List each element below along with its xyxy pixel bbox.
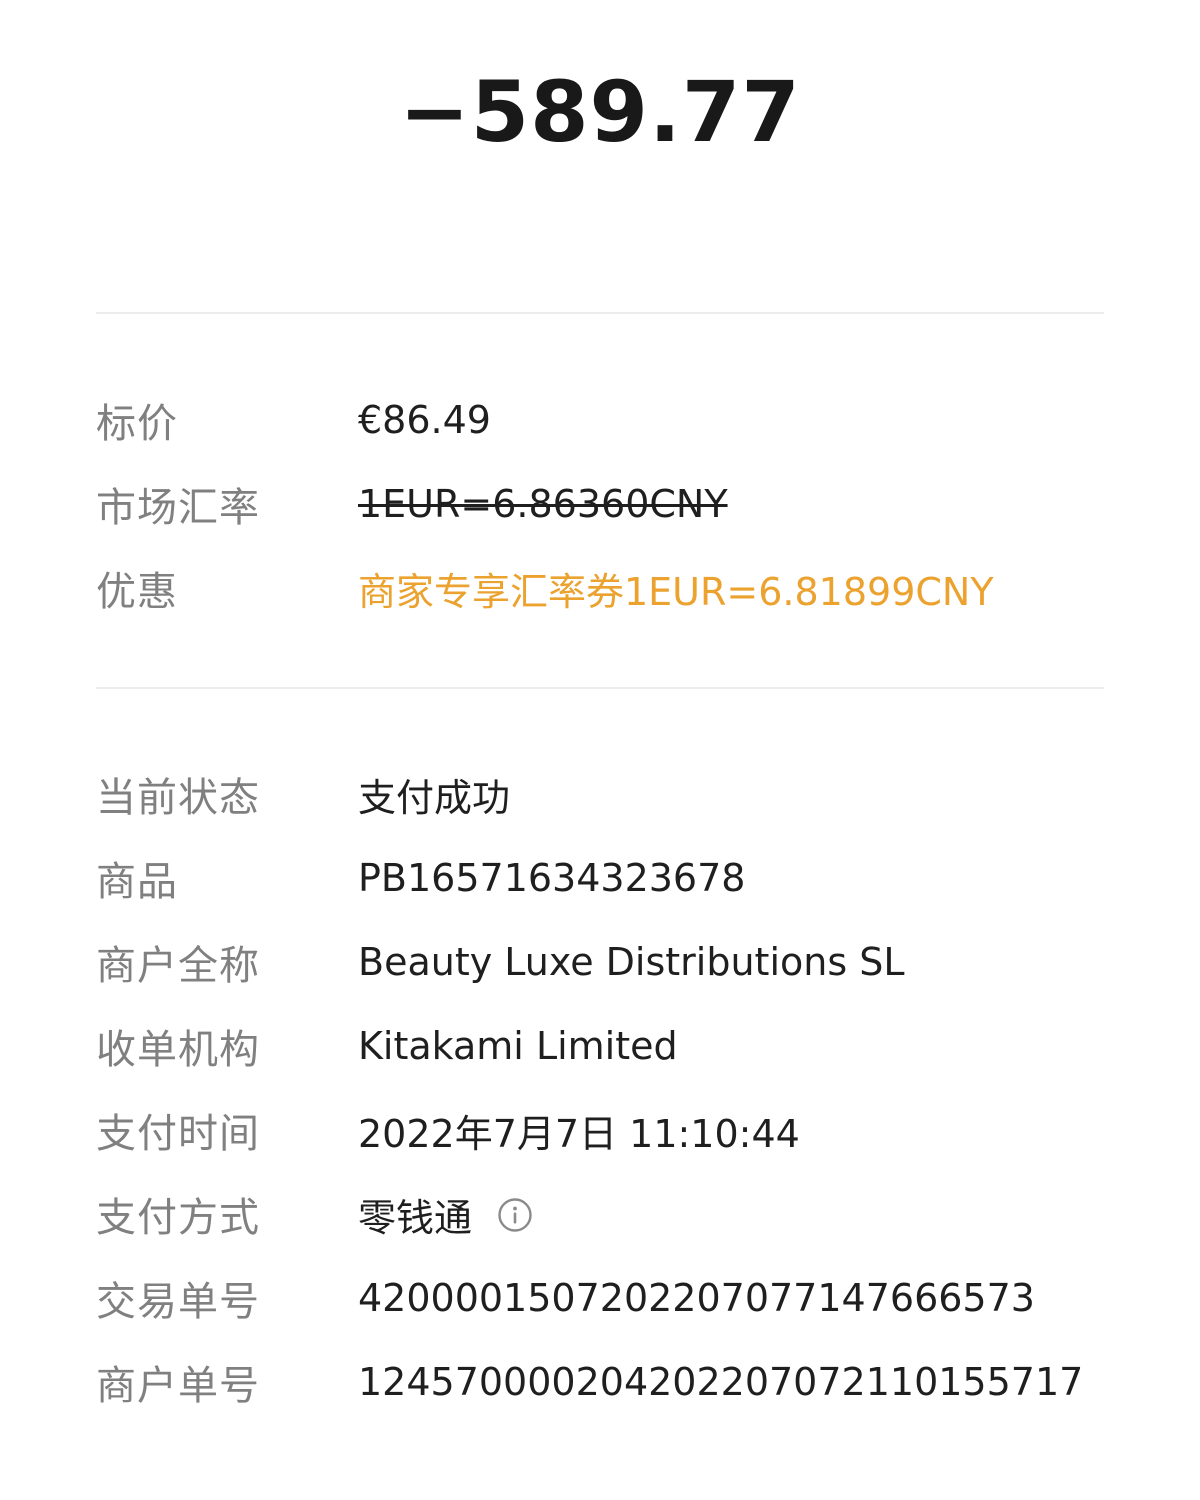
discount-value: 商家专享汇率券1EUR=6.81899CNY [358, 569, 994, 614]
transaction-no-row: 交易单号 4200001507202207077147666573 [96, 1270, 1104, 1326]
transaction-no-value[interactable]: 4200001507202207077147666573 [358, 1276, 1035, 1320]
market-rate-label: 市场汇率 [96, 485, 260, 531]
pay-method-value: 零钱通 [358, 1187, 532, 1242]
merchant-order-no-label: 商户单号 [96, 1363, 260, 1409]
merchant-order-no-value[interactable]: 124570000204202207072110155717 [358, 1360, 1083, 1404]
info-icon[interactable] [498, 1197, 532, 1232]
merchant-name-row: 商户全称 Beauty Luxe Distributions SL [96, 934, 1104, 990]
acquirer-label: 收单机构 [96, 1027, 260, 1073]
pay-method-label: 支付方式 [96, 1195, 260, 1241]
status-value: 支付成功 [358, 775, 511, 820]
price-value: €86.49 [358, 398, 491, 442]
pay-time-value: 2022年7月7日 11:10:44 [358, 1111, 800, 1156]
pay-method-text: 零钱通 [358, 1195, 473, 1240]
merchant-order-no-row: 商户单号 124570000204202207072110155717 [96, 1354, 1104, 1410]
acquirer-row: 收单机构 Kitakami Limited [96, 1018, 1104, 1074]
pay-time-row: 支付时间 2022年7月7日 11:10:44 [96, 1102, 1104, 1158]
divider-top [96, 312, 1104, 314]
status-label: 当前状态 [96, 775, 260, 821]
market-rate-row: 市场汇率 1EUR=6.86360CNY [96, 476, 1104, 532]
discount-label: 优惠 [96, 569, 178, 615]
payment-amount: −589.77 [399, 63, 801, 161]
divider-middle [96, 687, 1104, 689]
product-label: 商品 [96, 859, 178, 905]
merchant-name-label: 商户全称 [96, 943, 260, 989]
product-row: 商品 PB16571634323678 [96, 850, 1104, 906]
discount-row: 优惠 商家专享汇率券1EUR=6.81899CNY [96, 560, 1104, 616]
price-label: 标价 [96, 401, 178, 447]
acquirer-value: Kitakami Limited [358, 1024, 678, 1068]
transaction-no-label: 交易单号 [96, 1279, 260, 1325]
pay-method-row: 支付方式 零钱通 [96, 1186, 1104, 1242]
merchant-name-value: Beauty Luxe Distributions SL [358, 940, 905, 984]
pay-time-label: 支付时间 [96, 1111, 260, 1157]
market-rate-value: 1EUR=6.86360CNY [358, 482, 728, 526]
product-value: PB16571634323678 [358, 856, 746, 900]
price-row: 标价 €86.49 [96, 392, 1104, 448]
status-row: 当前状态 支付成功 [96, 766, 1104, 822]
